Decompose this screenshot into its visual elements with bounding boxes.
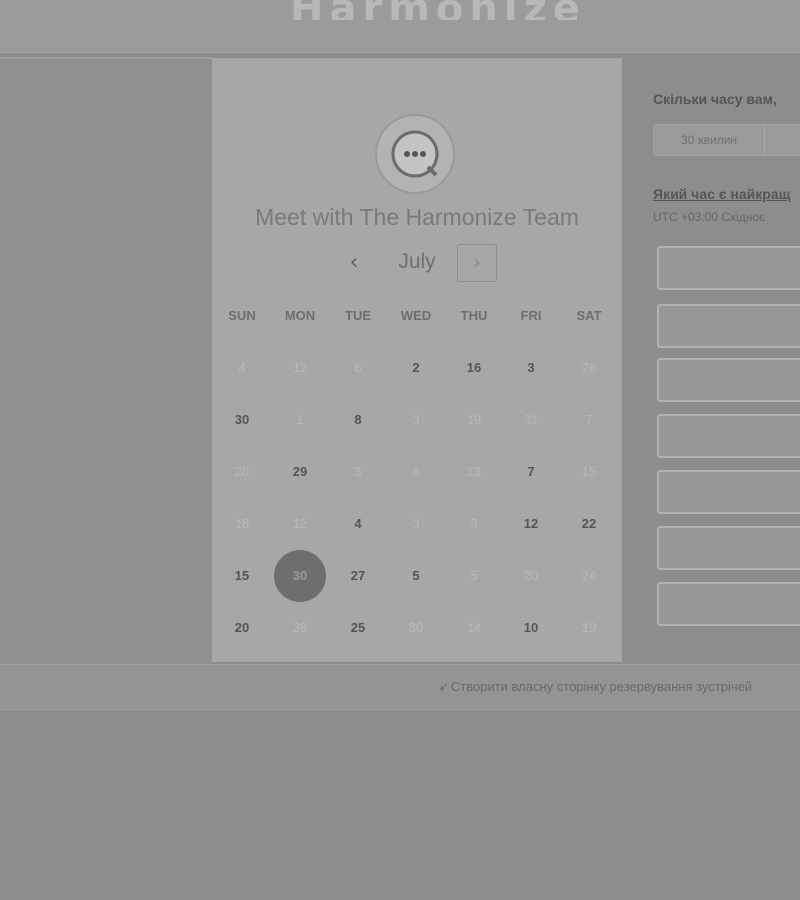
weekday-thu: THU bbox=[460, 308, 488, 323]
calendar-day: 8 bbox=[412, 464, 420, 479]
calendar-day[interactable]: 25 bbox=[329, 608, 387, 648]
calendar-day[interactable]: 30 bbox=[213, 400, 271, 440]
calendar-day: 14 bbox=[466, 620, 482, 635]
calendar-day[interactable]: 29 bbox=[271, 452, 329, 492]
weekday-mon: MON bbox=[284, 308, 316, 323]
weekday-sat: SAT bbox=[576, 308, 602, 323]
time-question: Який час є найкращ bbox=[653, 186, 791, 202]
time-slot[interactable]: 10 bbox=[657, 582, 800, 626]
calendar-day: 18 bbox=[234, 516, 250, 531]
weekday-tue: TUE bbox=[345, 308, 371, 323]
weekday-wed: WED bbox=[400, 308, 432, 323]
duration-tab-30[interactable]: 30 хвилин bbox=[654, 125, 765, 155]
calendar-day: 6 bbox=[354, 360, 362, 375]
calendar-day: 3 bbox=[354, 464, 362, 479]
team-avatar bbox=[375, 114, 455, 194]
duration-tabs: 30 хвилин bbox=[653, 124, 800, 156]
calendar-week-row: 20 28 25 30 14 10 19 bbox=[212, 608, 622, 648]
calendar-day: 19 bbox=[466, 412, 482, 427]
calendar-day: 7 bbox=[585, 412, 593, 427]
chevron-left-icon[interactable]: ‹ bbox=[340, 250, 368, 278]
top-bar: Harmonize bbox=[0, 0, 800, 53]
calendar-day: 12 bbox=[292, 360, 308, 375]
time-slot[interactable]: 9 bbox=[657, 470, 800, 514]
weekday-sun: SUN bbox=[228, 308, 256, 323]
calendar-week-row: 15 30 27 5 5 20 24 bbox=[212, 550, 622, 602]
logo: Harmonize bbox=[290, 0, 800, 20]
calendar-day: 24 bbox=[581, 568, 597, 583]
calendar-day: 13 bbox=[466, 464, 482, 479]
calendar-day[interactable]: 20 bbox=[213, 608, 271, 648]
weekday-header: SUN MON TUE WED THU FRI SAT bbox=[212, 308, 622, 348]
footer-bar: ➶ Створити власну сторінку резервування з… bbox=[0, 664, 800, 710]
calendar-day[interactable]: 3 bbox=[502, 348, 560, 388]
calendar-day[interactable]: 4 bbox=[329, 504, 387, 544]
month-label: July bbox=[398, 250, 436, 273]
create-booking-page-link[interactable]: ➶ Створити власну сторінку резервування з… bbox=[438, 679, 752, 695]
calendar-day[interactable]: 22 bbox=[560, 504, 618, 544]
calendar-week-row: 4 12 6 2 16 3 26 bbox=[212, 348, 622, 388]
calendar-day[interactable]: 8 bbox=[329, 400, 387, 440]
calendar-day: 4 bbox=[238, 360, 246, 375]
calendar-day: 30 bbox=[408, 620, 424, 635]
duration-question: Скільки часу вам, bbox=[653, 91, 777, 107]
create-booking-page-link-label: Створити власну сторінку резервування зу… bbox=[450, 679, 753, 694]
calendar-day: 20 bbox=[234, 464, 250, 479]
calendar-day: 5 bbox=[470, 568, 478, 583]
calendar-day: 20 bbox=[523, 568, 539, 583]
chat-bubble-logo-icon bbox=[391, 130, 439, 178]
calendar-day: 31 bbox=[523, 412, 539, 427]
calendar-week-row: 30 1 8 3 19 31 7 bbox=[212, 400, 622, 440]
time-slot[interactable]: 9 bbox=[657, 358, 800, 402]
booking-title: Meet with The Harmonize Team bbox=[255, 204, 579, 230]
calendar-day: 12 bbox=[292, 516, 308, 531]
calendar-day[interactable]: 15 bbox=[213, 556, 271, 596]
time-slot[interactable]: 1 bbox=[657, 414, 800, 458]
month-navigation: ‹ July › bbox=[212, 244, 622, 284]
calendar-day: 3 bbox=[412, 412, 420, 427]
time-slot[interactable]: 9 bbox=[657, 304, 800, 348]
calendar-week-row: 20 29 3 8 13 7 15 bbox=[212, 452, 622, 492]
time-selection-panel: Скільки часу вам, 30 хвилин Який час є н… bbox=[640, 58, 800, 662]
calendar-day[interactable]: 7 bbox=[502, 452, 560, 492]
calendar-day: 3 bbox=[412, 516, 420, 531]
timezone-selector[interactable]: UTC +03:00 Східноє bbox=[653, 210, 765, 224]
calendar-day[interactable]: 12 bbox=[502, 504, 560, 544]
calendar-week-row: 18 12 4 3 3 12 22 bbox=[212, 504, 622, 544]
selected-day-circle: 30 bbox=[274, 550, 326, 602]
weekday-fri: FRI bbox=[520, 308, 542, 323]
calendar-day[interactable]: 16 bbox=[445, 348, 503, 388]
calendar-day: 19 bbox=[581, 620, 597, 635]
calendar-day[interactable]: 5 bbox=[387, 556, 445, 596]
chevron-right-icon[interactable]: › bbox=[457, 244, 497, 282]
time-slot[interactable]: 7: bbox=[657, 246, 800, 290]
left-background-panel bbox=[0, 57, 212, 664]
arrow-icon: ➶ bbox=[438, 679, 449, 694]
calendar-day-selected[interactable]: 30 bbox=[271, 550, 329, 602]
booking-calendar-card: Meet with The Harmonize Team ‹ July › SU… bbox=[212, 58, 622, 662]
calendar-day[interactable]: 2 bbox=[387, 348, 445, 388]
calendar-day: 1 bbox=[296, 412, 304, 427]
calendar-day: 26 bbox=[581, 360, 597, 375]
calendar-day: 28 bbox=[292, 620, 308, 635]
calendar-day[interactable]: 27 bbox=[329, 556, 387, 596]
calendar-day: 3 bbox=[470, 516, 478, 531]
calendar-day: 15 bbox=[581, 464, 597, 479]
time-slot[interactable]: 10 bbox=[657, 526, 800, 570]
calendar-day[interactable]: 10 bbox=[502, 608, 560, 648]
